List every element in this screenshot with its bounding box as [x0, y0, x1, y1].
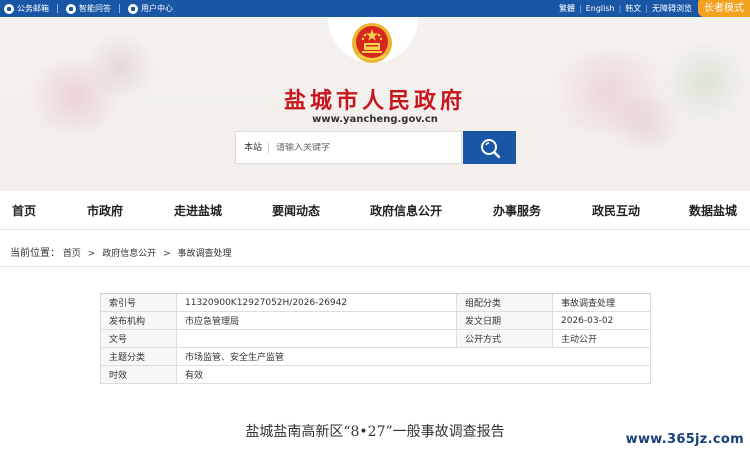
banner-decoration: [80, 37, 160, 97]
index-label: 索引号: [100, 293, 177, 312]
divider: [119, 4, 120, 13]
qa-link[interactable]: 智能问答: [66, 3, 111, 14]
breadcrumb-gov-info[interactable]: 政府信息公开: [102, 249, 156, 259]
search-scope[interactable]: 本站: [236, 142, 270, 153]
user-center-link[interactable]: 用户中心: [128, 3, 173, 14]
nav-news[interactable]: 要闻动态: [272, 202, 320, 219]
divider: [57, 4, 58, 13]
breadcrumb-separator: >: [163, 249, 171, 259]
nav-divider: [0, 229, 750, 230]
top-bar: 公务邮箱 智能问答 用户中心 繁體 | English | 韩文 | 无障碍浏览…: [0, 0, 750, 17]
nav-services[interactable]: 办事服务: [493, 202, 541, 219]
nav-about-yancheng[interactable]: 走进盐城: [174, 202, 222, 219]
user-icon: [128, 3, 138, 14]
topic-label: 主题分类: [100, 347, 177, 366]
table-top-border: [100, 293, 651, 294]
watermark: www.365jz.com: [625, 432, 744, 447]
issue-date-label: 发文日期: [456, 311, 553, 330]
traditional-chinese-link[interactable]: 繁體: [555, 3, 579, 14]
validity-value: 有效: [176, 365, 651, 384]
accessibility-link[interactable]: 无障碍浏览: [648, 3, 696, 14]
table-row: 文号 公开方式 主动公开: [100, 329, 651, 348]
breadcrumb-divider: [0, 266, 750, 267]
mail-icon: [4, 3, 14, 14]
category-label: 组配分类: [456, 293, 553, 312]
search-icon: [480, 138, 500, 158]
doc-number-value: [176, 329, 457, 348]
document-info-table: 索引号 11320900K12927052H/2026-26942 组配分类 事…: [100, 293, 651, 384]
breadcrumb-separator: >: [87, 249, 96, 259]
elder-mode-button[interactable]: 长者模式: [698, 0, 750, 17]
top-bar-left: 公务邮箱 智能问答 用户中心: [4, 3, 181, 14]
main-nav: 首页 市政府 走进盐城 要闻动态 政府信息公开 办事服务 政民互动 数据盐城: [0, 191, 750, 229]
topic-value: 市场监管、安全生产监管: [176, 347, 651, 366]
validity-label: 时效: [100, 365, 177, 384]
mail-link-label: 公务邮箱: [17, 4, 49, 13]
english-link[interactable]: English: [582, 4, 619, 13]
table-row: 主题分类 市场监管、安全生产监管: [100, 347, 651, 366]
korean-link[interactable]: 韩文: [621, 3, 645, 14]
breadcrumb-accident-investigation[interactable]: 事故调查处理: [178, 249, 232, 259]
site-url: www.yancheng.gov.cn: [312, 114, 438, 125]
nav-home[interactable]: 首页: [12, 202, 36, 219]
document-title: 盐城盐南高新区“8•27”一般事故调查报告: [245, 424, 505, 440]
category-value: 事故调查处理: [552, 293, 651, 312]
search-button[interactable]: [463, 131, 516, 164]
publisher-label: 发布机构: [100, 311, 177, 330]
robot-icon: [66, 3, 76, 14]
index-value: 11320900K12927052H/2026-26942: [176, 293, 457, 312]
header-banner: 盐城市人民政府 www.yancheng.gov.cn: [0, 17, 750, 191]
qa-link-label: 智能问答: [79, 4, 111, 13]
site-title: 盐城市人民政府: [283, 88, 466, 114]
breadcrumb-label: 当前位置：: [10, 248, 60, 259]
nav-interaction[interactable]: 政民互动: [592, 202, 640, 219]
mail-link[interactable]: 公务邮箱: [4, 3, 49, 14]
search-input[interactable]: [269, 142, 440, 153]
banner-decoration: [600, 97, 690, 147]
publisher-value: 市应急管理局: [176, 311, 457, 330]
disclosure-method-label: 公开方式: [456, 329, 553, 348]
user-center-label: 用户中心: [141, 4, 173, 13]
table-row: 时效 有效: [100, 365, 651, 384]
search-bar: 本站: [235, 131, 462, 164]
table-row: 索引号 11320900K12927052H/2026-26942 组配分类 事…: [100, 293, 651, 312]
issue-date-value: 2026-03-02: [552, 311, 651, 330]
nav-gov-info-disclosure[interactable]: 政府信息公开: [370, 202, 442, 219]
disclosure-method-value: 主动公开: [552, 329, 651, 348]
nav-city-government[interactable]: 市政府: [87, 202, 123, 219]
doc-number-label: 文号: [100, 329, 177, 348]
table-row: 发布机构 市应急管理局 发文日期 2026-03-02: [100, 311, 651, 330]
breadcrumb: 当前位置： 首页 > 政府信息公开 > 事故调查处理: [10, 244, 232, 259]
nav-data-yancheng[interactable]: 数据盐城: [689, 202, 737, 219]
top-bar-right: 繁體 | English | 韩文 | 无障碍浏览: [555, 3, 696, 14]
national-emblem-icon: [352, 23, 392, 63]
breadcrumb-home[interactable]: 首页: [63, 249, 81, 259]
